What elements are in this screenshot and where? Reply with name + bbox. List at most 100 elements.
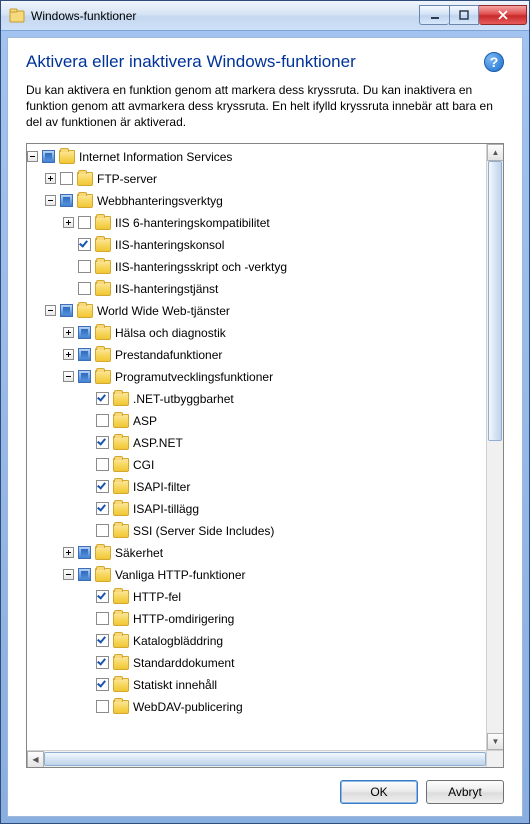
tree-item[interactable]: IIS-hanteringskonsol xyxy=(27,234,486,256)
tree-item[interactable]: World Wide Web-tjänster xyxy=(27,300,486,322)
tree-item[interactable]: .NET-utbyggbarhet xyxy=(27,388,486,410)
horizontal-scroll-track[interactable] xyxy=(44,751,486,767)
horizontal-scroll-thumb[interactable] xyxy=(44,752,486,766)
expand-icon[interactable] xyxy=(63,327,74,338)
feature-checkbox[interactable] xyxy=(78,238,91,251)
tree-item-label: Prestandafunktioner xyxy=(115,348,222,362)
tree-item[interactable]: IIS-hanteringsskript och -verktyg xyxy=(27,256,486,278)
feature-checkbox[interactable] xyxy=(96,414,109,427)
tree-item[interactable]: IIS-hanteringstjänst xyxy=(27,278,486,300)
tree-item-label: World Wide Web-tjänster xyxy=(97,304,230,318)
feature-checkbox[interactable] xyxy=(96,590,109,603)
feature-checkbox[interactable] xyxy=(60,194,73,207)
feature-checkbox[interactable] xyxy=(96,480,109,493)
folder-icon xyxy=(113,392,129,406)
feature-checkbox[interactable] xyxy=(78,216,91,229)
scrollbar-corner xyxy=(486,750,503,767)
expand-icon[interactable] xyxy=(63,217,74,228)
minimize-button[interactable] xyxy=(419,5,449,25)
feature-checkbox[interactable] xyxy=(78,568,91,581)
ok-button[interactable]: OK xyxy=(340,780,418,804)
scroll-up-button[interactable]: ▲ xyxy=(487,144,504,161)
help-icon[interactable]: ? xyxy=(484,52,504,72)
tree-item[interactable]: HTTP-omdirigering xyxy=(27,608,486,630)
expand-icon[interactable] xyxy=(63,349,74,360)
collapse-icon[interactable] xyxy=(63,371,74,382)
tree-item-label: HTTP-omdirigering xyxy=(133,612,234,626)
tree-item-label: ISAPI-filter xyxy=(133,480,190,494)
tree-item[interactable]: CGI xyxy=(27,454,486,476)
feature-checkbox[interactable] xyxy=(96,524,109,537)
feature-checkbox[interactable] xyxy=(78,282,91,295)
folder-icon xyxy=(95,282,111,296)
feature-checkbox[interactable] xyxy=(96,612,109,625)
close-button[interactable] xyxy=(479,5,527,25)
header-row: Aktivera eller inaktivera Windows-funkti… xyxy=(26,52,504,72)
window-controls xyxy=(419,6,527,25)
tree-item[interactable]: Katalogbläddring xyxy=(27,630,486,652)
feature-checkbox[interactable] xyxy=(96,436,109,449)
tree-item[interactable]: HTTP-fel xyxy=(27,586,486,608)
tree-item-label: FTP-server xyxy=(97,172,157,186)
feature-checkbox[interactable] xyxy=(96,700,109,713)
expand-icon[interactable] xyxy=(45,173,56,184)
tree-item[interactable]: WebDAV-publicering xyxy=(27,696,486,718)
vertical-scroll-track[interactable] xyxy=(487,161,503,733)
collapse-icon[interactable] xyxy=(63,569,74,580)
horizontal-scrollbar[interactable]: ◀ ▶ xyxy=(27,750,503,767)
tree-item[interactable]: Säkerhet xyxy=(27,542,486,564)
maximize-button[interactable] xyxy=(449,5,479,25)
tree-item[interactable]: Standarddokument xyxy=(27,652,486,674)
feature-checkbox[interactable] xyxy=(42,150,55,163)
feature-checkbox[interactable] xyxy=(96,392,109,405)
tree-item[interactable]: ASP xyxy=(27,410,486,432)
window-title: Windows-funktioner xyxy=(31,9,419,23)
feature-checkbox[interactable] xyxy=(60,172,73,185)
feature-checkbox[interactable] xyxy=(96,634,109,647)
cancel-button[interactable]: Avbryt xyxy=(426,780,504,804)
scroll-down-button[interactable]: ▼ xyxy=(487,733,504,750)
tree-item[interactable]: Webbhanteringsverktyg xyxy=(27,190,486,212)
feature-checkbox[interactable] xyxy=(78,348,91,361)
feature-checkbox[interactable] xyxy=(78,546,91,559)
feature-checkbox[interactable] xyxy=(96,458,109,471)
tree-item[interactable]: ISAPI-filter xyxy=(27,476,486,498)
scroll-left-button[interactable]: ◀ xyxy=(27,751,44,768)
feature-checkbox[interactable] xyxy=(96,502,109,515)
feature-checkbox[interactable] xyxy=(78,326,91,339)
tree-item[interactable]: Vanliga HTTP-funktioner xyxy=(27,564,486,586)
tree-item[interactable]: Programutvecklingsfunktioner xyxy=(27,366,486,388)
feature-checkbox[interactable] xyxy=(78,260,91,273)
feature-checkbox[interactable] xyxy=(96,656,109,669)
vertical-scroll-thumb[interactable] xyxy=(488,161,502,441)
collapse-icon[interactable] xyxy=(45,195,56,206)
expand-icon[interactable] xyxy=(63,547,74,558)
tree-item[interactable]: SSI (Server Side Includes) xyxy=(27,520,486,542)
tree-item[interactable]: Hälsa och diagnostik xyxy=(27,322,486,344)
tree-item[interactable]: IIS 6-hanteringskompatibilitet xyxy=(27,212,486,234)
tree-item-label: IIS-hanteringskonsol xyxy=(115,238,224,252)
feature-checkbox[interactable] xyxy=(60,304,73,317)
vertical-scrollbar[interactable]: ▲ ▼ xyxy=(486,144,503,750)
collapse-icon[interactable] xyxy=(45,305,56,316)
tree-item-label: Katalogbläddring xyxy=(133,634,223,648)
tree-item[interactable]: Prestandafunktioner xyxy=(27,344,486,366)
tree-item[interactable]: FTP-server xyxy=(27,168,486,190)
titlebar[interactable]: Windows-funktioner xyxy=(1,1,529,31)
feature-checkbox[interactable] xyxy=(96,678,109,691)
collapse-icon[interactable] xyxy=(27,151,38,162)
tree-item[interactable]: ISAPI-tillägg xyxy=(27,498,486,520)
app-icon xyxy=(9,8,25,24)
tree-item[interactable]: ASP.NET xyxy=(27,432,486,454)
tree-item-label: IIS 6-hanteringskompatibilitet xyxy=(115,216,270,230)
folder-icon xyxy=(113,634,129,648)
tree-item-label: HTTP-fel xyxy=(133,590,181,604)
feature-tree[interactable]: Internet Information Services FTP-server W… xyxy=(27,144,486,750)
folder-icon xyxy=(113,414,129,428)
tree-item[interactable]: Statiskt innehåll xyxy=(27,674,486,696)
tree-item-label: Webbhanteringsverktyg xyxy=(97,194,223,208)
page-heading: Aktivera eller inaktivera Windows-funkti… xyxy=(26,52,476,72)
feature-checkbox[interactable] xyxy=(78,370,91,383)
folder-icon xyxy=(113,678,129,692)
tree-item[interactable]: Internet Information Services xyxy=(27,146,486,168)
